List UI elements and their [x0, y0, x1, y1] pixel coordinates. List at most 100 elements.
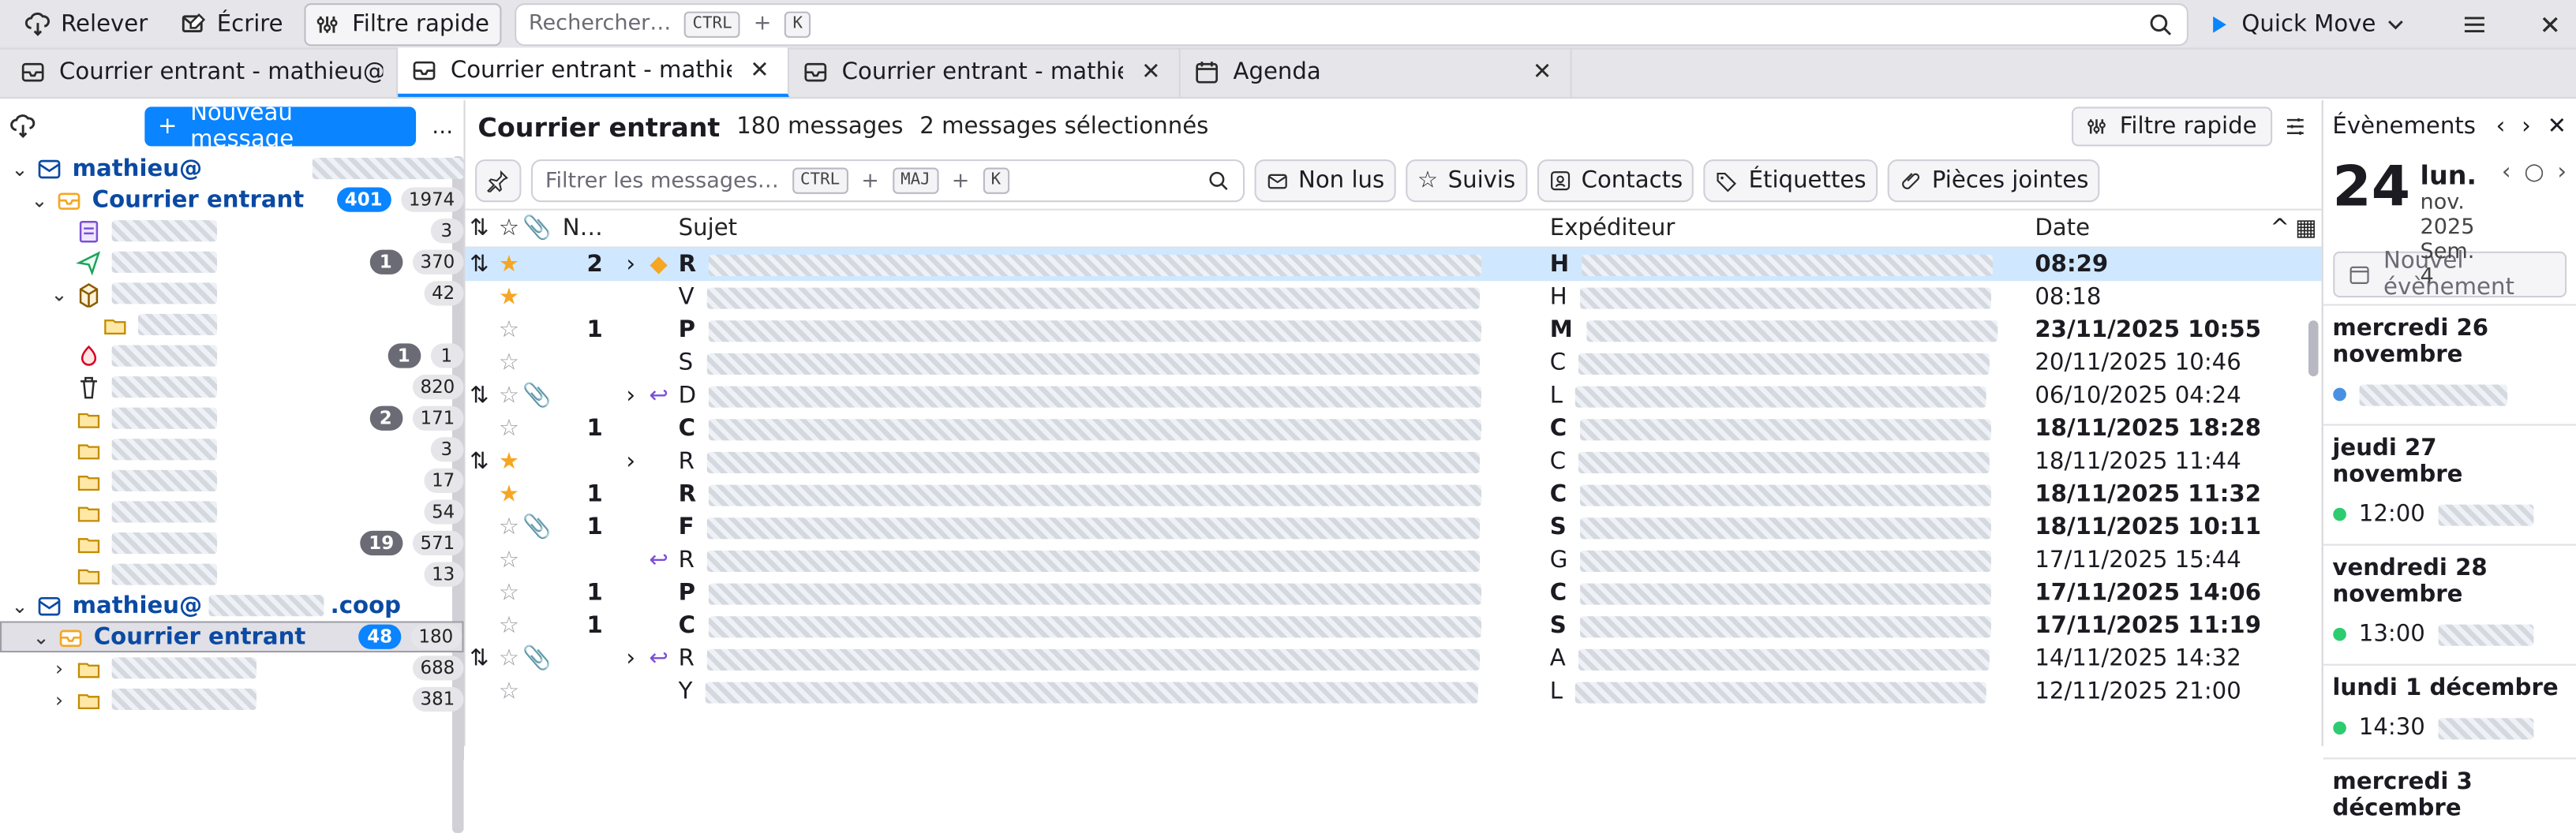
search-icon[interactable] — [1206, 170, 1229, 192]
folder-row[interactable]: 13 — [0, 558, 463, 590]
get-messages-button[interactable]: Relever — [13, 2, 159, 45]
chevron-left-icon[interactable]: ‹ — [2496, 114, 2506, 140]
chevron-right-icon[interactable]: › — [49, 688, 69, 711]
account-2-row[interactable]: ⌄ mathieu@ .coop — [0, 590, 463, 622]
subject-column-header[interactable]: Sujet — [672, 211, 1540, 247]
table-row[interactable]: ☆ 1 P M 23/11/2025 10:55 — [465, 314, 2321, 347]
event-item[interactable] — [2332, 378, 2567, 411]
star-icon[interactable]: ★ — [494, 281, 524, 314]
chevron-right-icon[interactable]: › — [2522, 114, 2531, 140]
folder-row[interactable]: 17 — [0, 465, 463, 497]
chevron-right-icon[interactable]: › — [616, 643, 646, 676]
folder-row[interactable]: 54 — [0, 496, 463, 528]
chevron-down-icon[interactable]: ⌄ — [32, 626, 51, 648]
table-row[interactable]: ☆ 📎 1 F S 18/11/2025 10:11 — [465, 511, 2321, 544]
close-tab-icon[interactable]: ✕ — [1527, 58, 1557, 88]
thread-column-icon[interactable]: ⇅ — [465, 211, 495, 247]
count-column-header[interactable]: N… — [550, 211, 616, 247]
quick-filter-toggle[interactable]: Filtre rapide — [304, 2, 501, 46]
folder-row[interactable]: › 688 — [0, 652, 463, 684]
table-row[interactable]: ☆ 1 P C 17/11/2025 14:06 — [465, 577, 2321, 610]
star-icon[interactable]: ☆ — [494, 544, 524, 577]
chevron-right-icon[interactable]: › — [616, 446, 646, 479]
folder-row[interactable]: 1 1 — [0, 340, 463, 372]
write-button[interactable]: Écrire — [169, 2, 294, 45]
folder-row[interactable]: 3 — [0, 434, 463, 465]
table-row[interactable]: ★ V H 08:18 — [465, 281, 2321, 314]
event-item[interactable]: 13:00 — [2332, 618, 2567, 651]
new-message-button[interactable]: + Nouveau message — [144, 100, 416, 153]
tab-agenda[interactable]: Agenda ✕ — [1181, 47, 1572, 97]
chevron-left-icon[interactable]: ‹ — [2502, 159, 2511, 185]
chevron-down-icon[interactable]: ⌄ — [30, 189, 50, 211]
star-icon[interactable]: ★ — [494, 248, 524, 282]
attachment-column-icon[interactable]: 📎 — [522, 211, 551, 247]
close-window-icon[interactable] — [2537, 11, 2563, 37]
more-options-icon[interactable]: … — [432, 114, 453, 139]
table-row[interactable]: ☆ 1 C C 18/11/2025 18:28 — [465, 413, 2321, 446]
inbox-row-account-1[interactable]: ⌄ Courrier entrant 401 1974 — [0, 184, 463, 215]
star-icon[interactable]: ☆ — [494, 314, 524, 347]
sort-up-icon[interactable]: ^ — [2268, 211, 2291, 247]
table-row[interactable]: ⇅ ★ › R C 18/11/2025 11:44 — [465, 446, 2321, 479]
folder-row[interactable]: 2 171 — [0, 402, 463, 434]
global-search[interactable]: Rechercher… CTRL + K — [514, 2, 2189, 46]
folder-row[interactable]: 3 — [0, 215, 463, 247]
chevron-down-icon[interactable]: ⌄ — [10, 594, 30, 617]
date-column-header[interactable]: Date — [2025, 211, 2268, 247]
search-icon[interactable] — [2148, 11, 2174, 37]
from-column-header[interactable]: Expéditeur — [1540, 211, 2025, 247]
today-circle-icon[interactable]: ○ — [2524, 159, 2544, 185]
chevron-right-icon[interactable]: › — [2557, 159, 2567, 185]
star-icon[interactable]: ☆ — [494, 643, 524, 676]
folder-row[interactable]: ⌄ 42 — [0, 278, 463, 309]
star-icon[interactable]: ★ — [494, 478, 524, 511]
column-picker-icon[interactable]: ▦ — [2291, 211, 2321, 247]
star-column-icon[interactable]: ☆ — [494, 211, 524, 247]
quick-filter-pill[interactable]: Filtre rapide — [2072, 106, 2272, 147]
table-row[interactable]: ⇅ ★ 2 › ◆ R H 08:29 — [464, 248, 2321, 282]
tab-inbox-2[interactable]: Courrier entrant - mathieu@ ✕ — [398, 47, 789, 97]
folder-row[interactable]: › 381 — [0, 684, 463, 715]
pin-filter-button[interactable] — [474, 159, 521, 203]
table-row[interactable]: ⇅ ☆ 📎 › ↩ D L 06/10/2025 04:24 — [465, 379, 2321, 413]
inbox-row-account-2[interactable]: ⌄ Courrier entrant 48 180 — [0, 621, 463, 653]
event-item[interactable]: 14:30 — [2332, 712, 2567, 745]
table-row[interactable]: ★ 1 R C 18/11/2025 11:32 — [465, 478, 2321, 511]
folder-row[interactable]: 19 571 — [0, 528, 463, 559]
filter-unread-button[interactable]: Non lus — [1253, 159, 1396, 203]
cloud-download-icon[interactable] — [10, 114, 36, 140]
star-icon[interactable]: ☆ — [494, 511, 524, 544]
message-list-scrollbar[interactable] — [2308, 320, 2318, 377]
table-row[interactable]: ☆ S C 20/11/2025 10:46 — [465, 347, 2321, 380]
chevron-right-icon[interactable]: › — [616, 248, 646, 282]
star-icon[interactable]: ☆ — [494, 347, 524, 380]
event-item[interactable]: 12:00 — [2332, 498, 2567, 531]
tab-inbox-1[interactable]: Courrier entrant - mathieu@bid — [6, 47, 399, 97]
star-icon[interactable]: ☆ — [494, 379, 524, 413]
filter-contacts-button[interactable]: Contacts — [1537, 159, 1694, 203]
chevron-right-icon[interactable]: › — [616, 379, 646, 413]
table-row[interactable]: ☆ Y L 12/11/2025 21:00 — [465, 675, 2321, 708]
star-icon[interactable]: ☆ — [494, 413, 524, 446]
chevron-right-icon[interactable]: › — [49, 656, 69, 679]
star-icon[interactable]: ★ — [494, 446, 524, 479]
folder-row[interactable]: 1 370 — [0, 247, 463, 278]
chevron-down-icon[interactable]: ⌄ — [49, 282, 69, 304]
filter-attachments-button[interactable]: Pièces jointes — [1887, 159, 2101, 203]
account-1-row[interactable]: ⌄ mathieu@ — [0, 153, 463, 185]
close-tab-icon[interactable]: ✕ — [745, 56, 775, 86]
hamburger-menu-icon[interactable] — [2462, 11, 2488, 37]
star-icon[interactable]: ☆ — [494, 577, 524, 610]
table-row[interactable]: ☆ ↩ R G 17/11/2025 15:44 — [465, 544, 2321, 577]
close-icon[interactable]: ✕ — [2548, 114, 2567, 140]
close-tab-icon[interactable]: ✕ — [1136, 58, 1166, 88]
quick-move-button[interactable]: Quick Move — [2209, 11, 2406, 37]
chevron-down-icon[interactable]: ⌄ — [10, 157, 30, 180]
filter-messages-input[interactable]: Filtrer les messages… CTRL + MAJ + K — [530, 159, 1245, 203]
filter-starred-button[interactable]: ☆ Suivis — [1406, 159, 1527, 203]
filter-tags-button[interactable]: Étiquettes — [1704, 159, 1878, 203]
tab-inbox-3[interactable]: Courrier entrant - mathieu@ ✕ — [789, 47, 1181, 97]
view-options-icon[interactable] — [2282, 114, 2308, 140]
table-row[interactable]: ⇅ ☆ 📎 › ↩ R A 14/11/2025 14:32 — [465, 643, 2321, 676]
